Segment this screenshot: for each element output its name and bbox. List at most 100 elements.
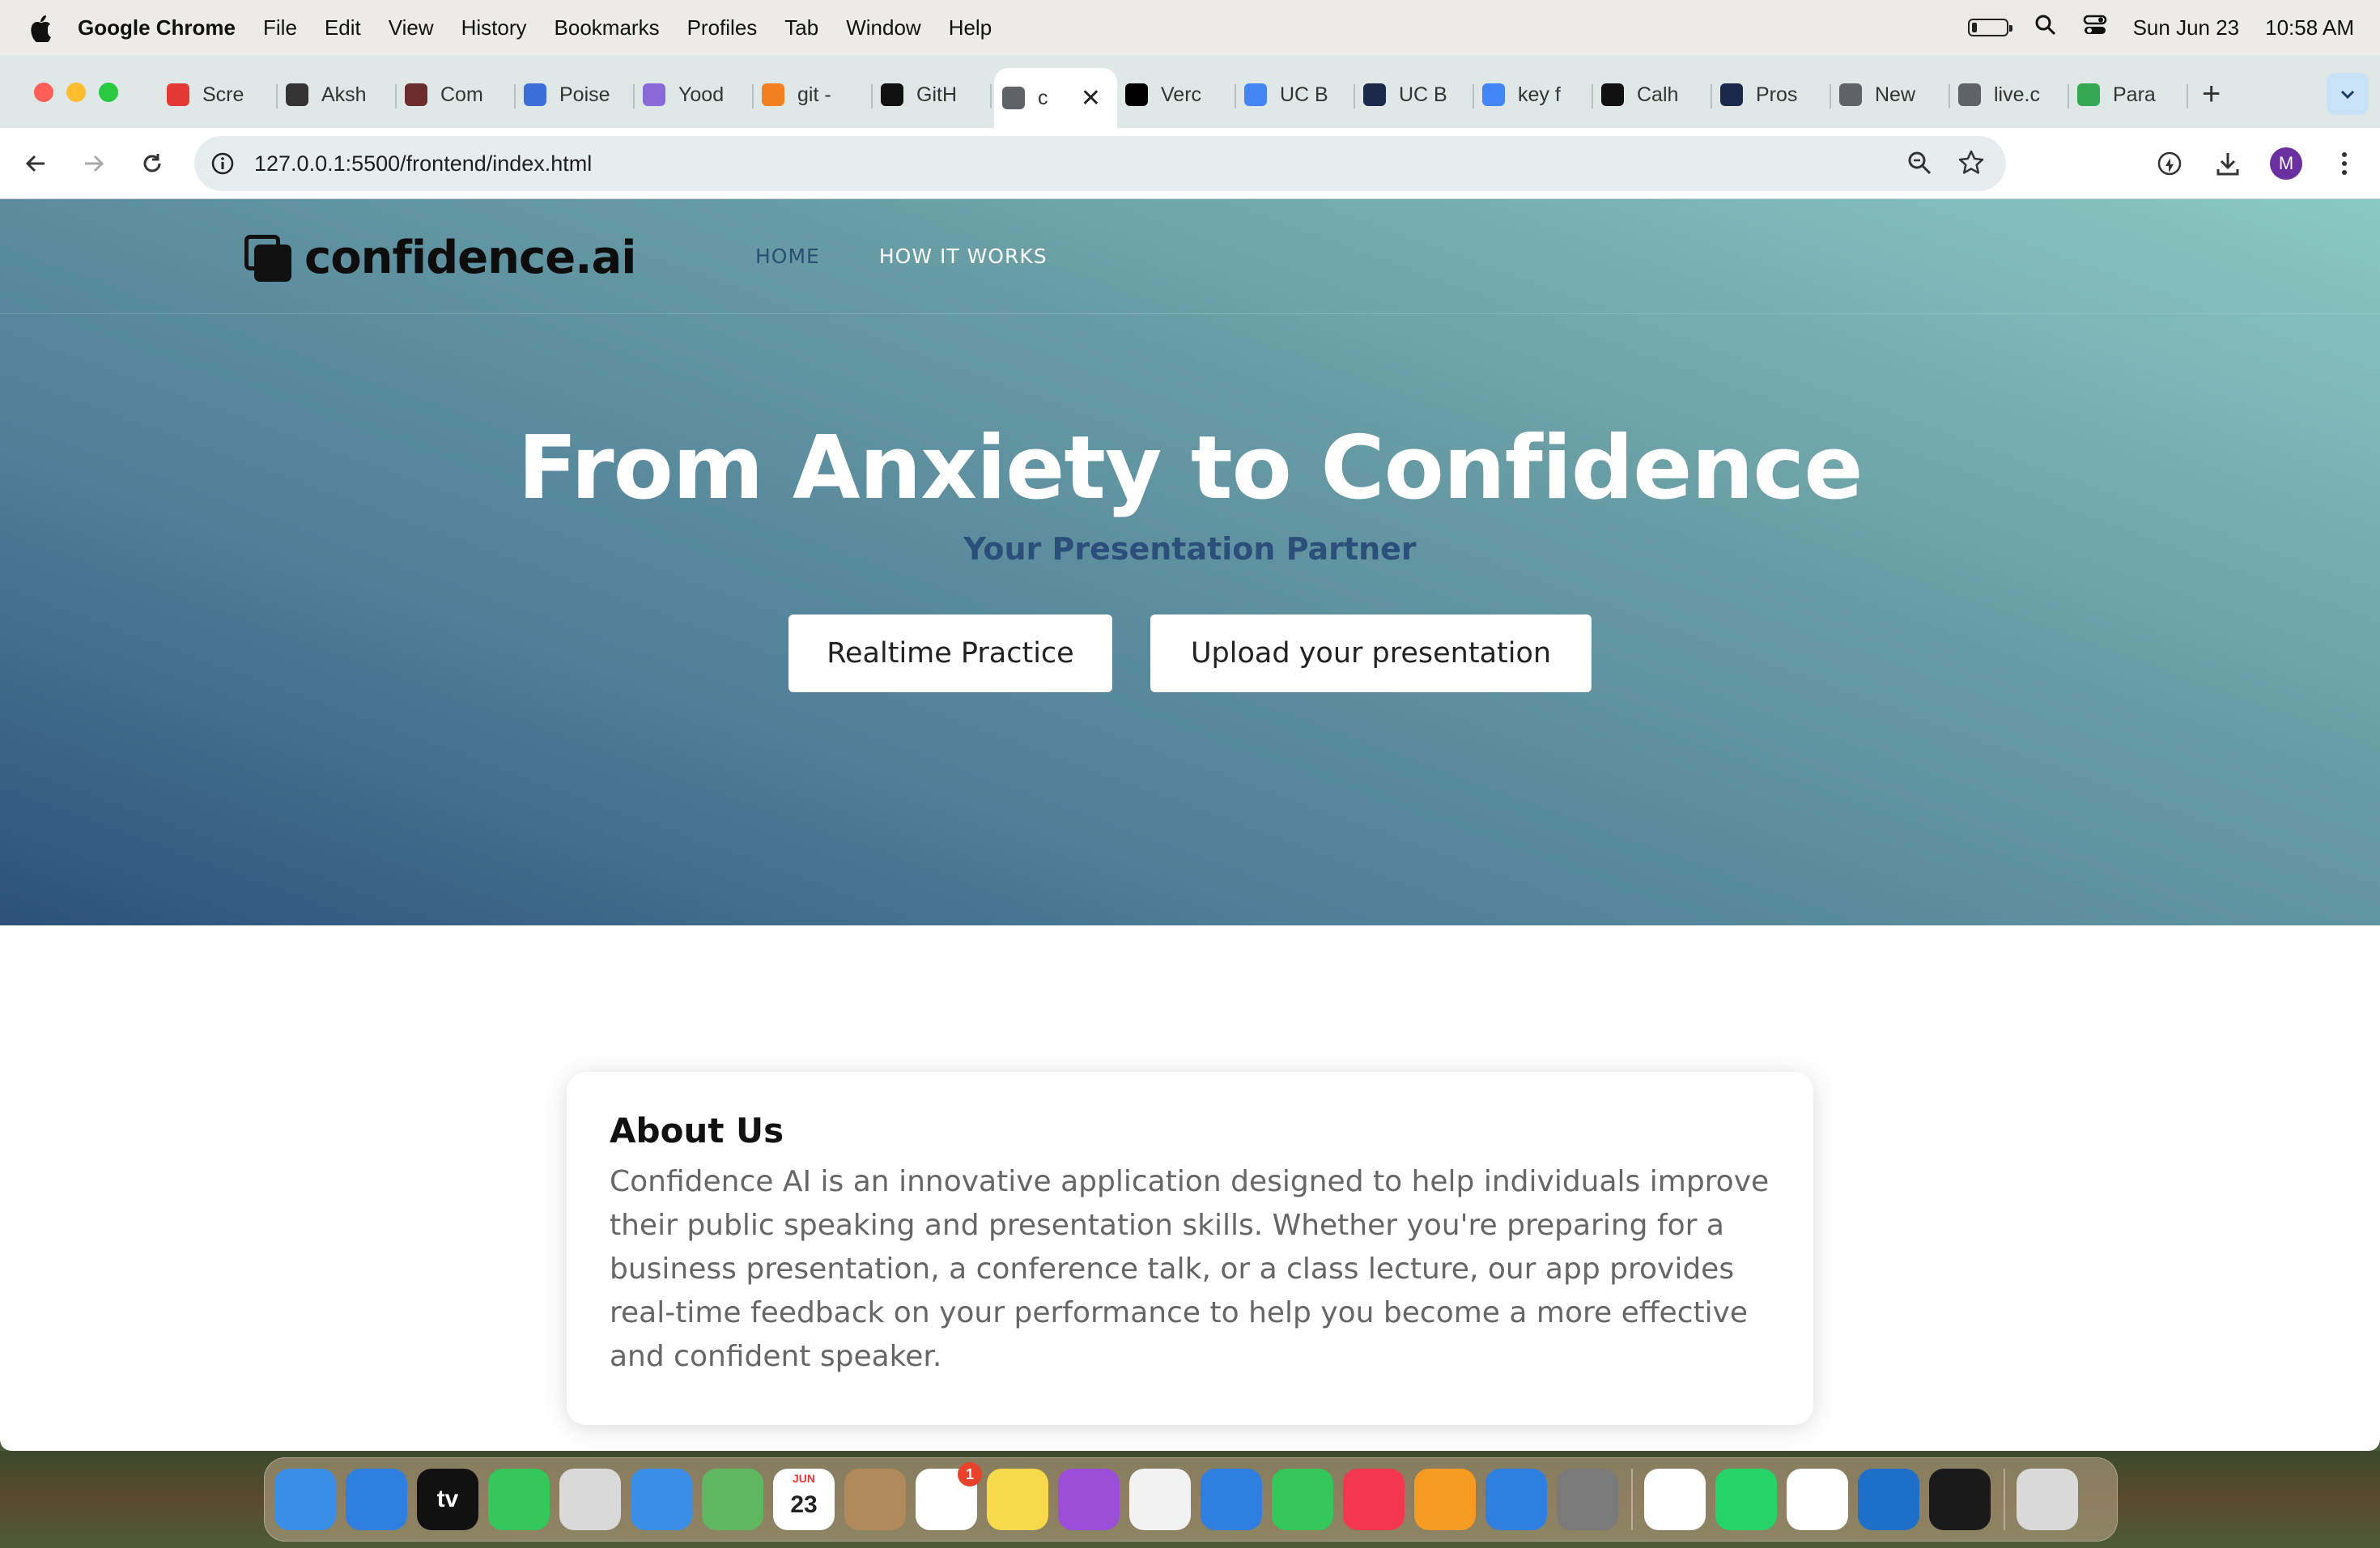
safari-icon[interactable] — [346, 1469, 407, 1530]
finder-icon[interactable] — [274, 1469, 336, 1530]
profile-avatar[interactable]: M — [2268, 146, 2304, 181]
menu-profiles[interactable]: Profiles — [687, 15, 758, 40]
menu-bookmarks[interactable]: Bookmarks — [555, 15, 660, 40]
realtime-practice-button[interactable]: Realtime Practice — [788, 615, 1112, 692]
apple-tv-icon[interactable]: tv — [417, 1469, 478, 1530]
url-text[interactable]: 127.0.0.1:5500/frontend/index.html — [254, 151, 2006, 176]
contacts-icon[interactable] — [844, 1469, 906, 1530]
hero-section: confidence.ai HOME HOW IT WORKS From Anx… — [0, 199, 2380, 925]
browser-tab[interactable]: Calh — [1593, 68, 1712, 121]
browser-tab[interactable]: Scre — [159, 68, 278, 121]
yoodli-icon — [643, 83, 665, 106]
browser-tab[interactable]: Aksh — [278, 68, 397, 121]
menu-history[interactable]: History — [461, 15, 527, 40]
whatsapp-icon[interactable] — [1715, 1469, 1777, 1530]
zoom-icon[interactable] — [1906, 149, 1933, 181]
tab-label: New — [1875, 83, 1916, 106]
browser-tab[interactable]: c ✕ — [994, 68, 1117, 128]
download-icon[interactable] — [2210, 146, 2246, 181]
browser-tab[interactable]: UC B — [1236, 68, 1355, 121]
system-settings-icon[interactable] — [1557, 1469, 1618, 1530]
upload-presentation-button[interactable]: Upload your presentation — [1150, 615, 1592, 692]
browser-tab[interactable]: Verc — [1117, 68, 1236, 121]
tab-label: Verc — [1161, 83, 1202, 106]
tab-label: Scre — [202, 83, 244, 106]
pages-icon[interactable] — [1414, 1469, 1476, 1530]
close-tab-icon[interactable]: ✕ — [1081, 84, 1101, 113]
nav-how-it-works-link[interactable]: HOW IT WORKS — [879, 245, 1048, 268]
calendar-icon[interactable]: 23 JUN — [773, 1469, 835, 1530]
news-icon[interactable] — [1129, 1469, 1191, 1530]
browser-tab[interactable]: Yood — [635, 68, 754, 121]
tab-label: Para — [2113, 83, 2156, 106]
address-bar[interactable]: 127.0.0.1:5500/frontend/index.html — [194, 136, 2006, 191]
site-info-icon[interactable] — [209, 150, 236, 177]
medium-icon — [1601, 83, 1624, 106]
browser-tab[interactable]: Para — [2069, 68, 2188, 121]
new-tab-button[interactable]: + — [2202, 78, 2221, 110]
menu-file[interactable]: File — [263, 15, 297, 40]
browser-tab[interactable]: Com — [397, 68, 516, 121]
keynote-icon[interactable] — [1201, 1469, 1262, 1530]
numbers-icon[interactable] — [1272, 1469, 1333, 1530]
reminders-icon[interactable]: 1 — [916, 1462, 982, 1530]
maps-icon[interactable] — [702, 1469, 763, 1530]
podcasts-icon[interactable] — [1058, 1469, 1120, 1530]
tab-label: c — [1038, 86, 1048, 109]
minimize-window-button[interactable] — [66, 83, 86, 102]
browser-tab[interactable]: UC B — [1355, 68, 1474, 121]
messages-icon[interactable] — [488, 1469, 550, 1530]
tab-label: key f — [1518, 83, 1561, 106]
close-window-button[interactable] — [34, 83, 53, 102]
screen-record-icon — [167, 83, 189, 106]
browser-tab[interactable]: Poise — [516, 68, 635, 121]
hero-subheadline: Your Presentation Partner — [963, 531, 1417, 567]
music-icon[interactable] — [1343, 1469, 1405, 1530]
vscode-icon[interactable] — [1858, 1469, 1919, 1530]
site-logo[interactable]: confidence.ai — [243, 232, 636, 284]
terminal-icon[interactable] — [1929, 1469, 1991, 1530]
control-center-icon[interactable] — [2083, 14, 2107, 42]
browser-tab[interactable]: GitH — [873, 68, 992, 121]
back-button[interactable] — [18, 146, 53, 181]
menu-help[interactable]: Help — [949, 15, 992, 40]
tab-label: UC B — [1399, 83, 1447, 106]
browser-tab[interactable]: key f — [1474, 68, 1593, 121]
menu-window[interactable]: Window — [846, 15, 920, 40]
battery-icon[interactable] — [1967, 19, 2012, 36]
extension-icon[interactable] — [2152, 146, 2187, 181]
browser-toolbar: 127.0.0.1:5500/frontend/index.html M — [0, 128, 2380, 199]
menubar-date[interactable]: Sun Jun 23 — [2133, 15, 2240, 40]
menu-edit[interactable]: Edit — [325, 15, 361, 40]
menu-view[interactable]: View — [389, 15, 434, 40]
notes-icon[interactable] — [987, 1469, 1048, 1530]
browser-tab[interactable]: git - — [754, 68, 873, 121]
browser-tab[interactable]: live.c — [1950, 68, 2069, 121]
openai-icon — [286, 83, 308, 106]
macos-menu-bar: Google Chrome File Edit View History Boo… — [0, 0, 2380, 55]
trash-icon[interactable] — [2017, 1469, 2078, 1530]
bookmark-star-icon[interactable] — [1957, 149, 1985, 181]
tab-label: Poise — [559, 83, 610, 106]
more-options-icon[interactable] — [2327, 146, 2362, 181]
zoom-window-button[interactable] — [99, 83, 118, 102]
chrome-dock-icon[interactable] — [1644, 1469, 1706, 1530]
slack-icon[interactable] — [1787, 1469, 1848, 1530]
spotlight-search-icon[interactable] — [2034, 14, 2057, 42]
nav-home-link[interactable]: HOME — [755, 245, 820, 268]
browser-tab[interactable]: Pros — [1712, 68, 1831, 121]
macos-dock: tv 23 JUN 1 — [264, 1457, 2118, 1542]
app-store-icon[interactable] — [1485, 1469, 1547, 1530]
mail-icon[interactable] — [631, 1469, 692, 1530]
menu-tab[interactable]: Tab — [784, 15, 818, 40]
menu-app-name[interactable]: Google Chrome — [78, 15, 236, 40]
reload-button[interactable] — [134, 146, 170, 181]
browser-tab[interactable]: New — [1831, 68, 1950, 121]
menubar-time[interactable]: 10:58 AM — [2265, 15, 2354, 40]
hero-headline: From Anxiety to Confidence — [517, 418, 1864, 519]
launchpad-icon[interactable] — [559, 1469, 621, 1530]
apple-menu-icon[interactable] — [26, 11, 55, 44]
tab-search-button[interactable] — [2327, 73, 2369, 115]
profile-initial: M — [2270, 147, 2302, 180]
forward-button[interactable] — [76, 146, 112, 181]
